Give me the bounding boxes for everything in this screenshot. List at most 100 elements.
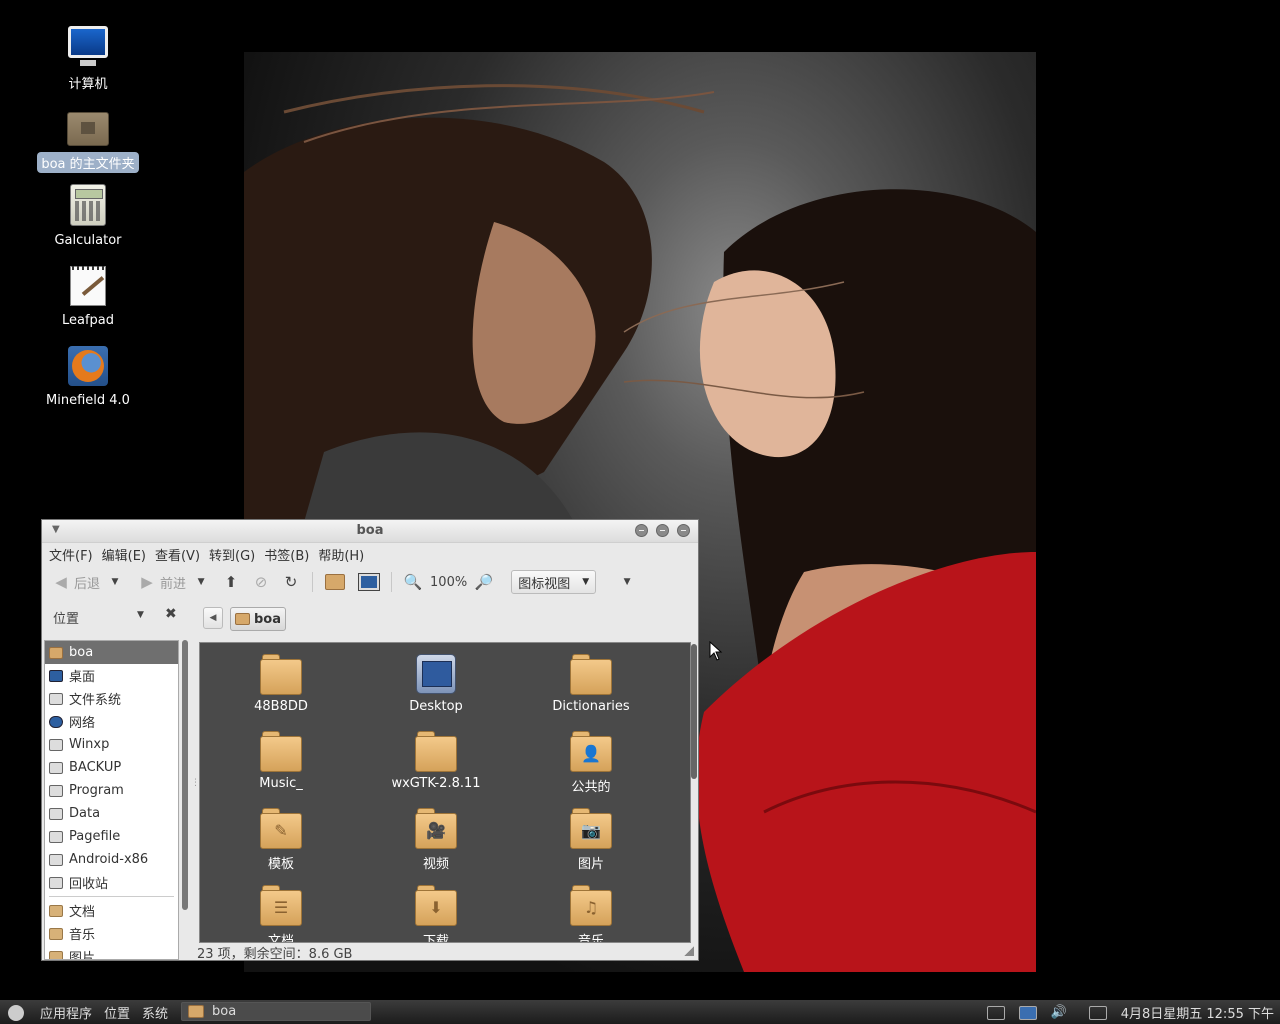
sidebar-item-android[interactable]: Android-x86: [45, 848, 178, 871]
menu-bookmarks[interactable]: 书签(B): [261, 545, 315, 564]
breadcrumb-scroll-left[interactable]: ◀: [203, 607, 223, 629]
sidebar-item-filesystem[interactable]: 文件系统: [45, 687, 178, 710]
panel-menu-places[interactable]: 位置: [104, 1003, 130, 1022]
sidebar-item-label: Data: [69, 806, 101, 821]
home-icon[interactable]: [325, 574, 346, 590]
drive-icon: [49, 830, 63, 843]
system-tray: 🔊 4月8日星期五 12:55 下午: [986, 1003, 1274, 1022]
minimize-button[interactable]: [635, 524, 648, 537]
desktop-icon-computer[interactable]: 计算机: [33, 24, 143, 93]
sidebar-item-network[interactable]: 网络: [45, 710, 178, 733]
sidebar-scrollbar[interactable]: [182, 640, 188, 910]
taskbar-button-boa[interactable]: boa: [181, 1002, 371, 1021]
keyboard-icon[interactable]: [986, 1005, 1005, 1020]
sidebar-item-label: 网络: [69, 716, 96, 731]
sidebar-item-data[interactable]: Data: [45, 802, 178, 825]
desktop-icon-leafpad[interactable]: Leafpad: [33, 264, 143, 329]
resize-grip[interactable]: [684, 946, 694, 956]
file-item[interactable]: wxGTK-2.8.11: [361, 730, 511, 791]
desktop-icon: [49, 669, 63, 682]
desktop-icon-home-folder[interactable]: boa 的主文件夹: [33, 104, 143, 173]
computer-icon[interactable]: [358, 573, 381, 591]
breadcrumb[interactable]: boa: [230, 607, 287, 631]
file-item[interactable]: ⬇ 下载: [361, 884, 511, 942]
menu-file[interactable]: 文件(F): [46, 545, 99, 564]
sidebar-item-program[interactable]: Program: [45, 779, 178, 802]
folder-icon: 👤: [570, 730, 612, 772]
zoom-out-icon[interactable]: 🔍: [404, 573, 423, 591]
status-bar: 23 项，剩余空间：8.6 GB: [197, 947, 353, 962]
menu-view[interactable]: 查看(V): [152, 545, 206, 564]
desktop-icon-label: Leafpad: [61, 313, 115, 328]
view-mode-select[interactable]: 图标视图 ▼: [511, 570, 597, 594]
stop-icon[interactable]: ⊘: [252, 573, 270, 591]
forward-label: 前进: [160, 576, 187, 592]
scrollbar-thumb[interactable]: [691, 644, 697, 779]
file-item-label: Music_: [259, 776, 303, 791]
menu-help[interactable]: 帮助(H): [315, 545, 370, 564]
zoom-level[interactable]: 100%: [430, 575, 467, 590]
network-status-icon[interactable]: [1018, 1005, 1037, 1020]
forward-button[interactable]: ▶ 前进: [138, 573, 186, 592]
forward-history-dropdown[interactable]: ▼: [192, 573, 210, 591]
mail-icon[interactable]: [1088, 1005, 1107, 1020]
side-pane-select[interactable]: 位置 ▼: [53, 608, 144, 627]
menu-go[interactable]: 转到(G): [206, 545, 261, 564]
close-sidepane-icon[interactable]: ✖: [165, 606, 177, 622]
up-arrow-icon[interactable]: ⬆: [222, 573, 240, 591]
window-titlebar[interactable]: ▼ boa: [42, 520, 698, 543]
file-view: 48B8DD Desktop Dictionaries Music_ wxGTK-2.8…: [199, 642, 691, 943]
sidebar-item-pictures[interactable]: 图片: [45, 945, 178, 959]
sidebar-item-label: boa: [69, 645, 94, 660]
file-item[interactable]: 48B8DD: [206, 653, 356, 714]
bottom-panel: 应用程序 位置 系统 boa 🔊 4月8日星期五 12:55 下午: [0, 1000, 1280, 1024]
sidebar-item-backup[interactable]: BACKUP: [45, 756, 178, 779]
sidebar-item-music[interactable]: 音乐: [45, 922, 178, 945]
sidebar-item-boa[interactable]: boa: [45, 641, 178, 664]
file-item-label: 文档: [267, 934, 294, 943]
sidebar-item-label: Winxp: [69, 737, 110, 752]
menubar: 文件(F) 编辑(E) 查看(V) 转到(G) 书签(B) 帮助(H): [42, 543, 698, 565]
gnome-foot-icon: [8, 1004, 24, 1021]
file-view-scrollbar[interactable]: [691, 642, 698, 941]
maximize-button[interactable]: [656, 524, 669, 537]
file-item[interactable]: Desktop: [361, 653, 511, 714]
file-item[interactable]: 📷 图片: [516, 807, 666, 872]
folder-icon: [570, 653, 612, 695]
desktop-icon-label: Galculator: [54, 233, 122, 248]
file-item[interactable]: ☰ 文档: [206, 884, 356, 943]
volume-icon[interactable]: 🔊: [1051, 1005, 1067, 1020]
folder-icon: [49, 927, 63, 940]
file-manager-window[interactable]: ▼ boa 文件(F) 编辑(E) 查看(V) 转到(G) 书签(B) 帮助(H…: [41, 519, 699, 962]
sidebar-item-desktop[interactable]: 桌面: [45, 664, 178, 687]
desktop-icon-galculator[interactable]: Galculator: [33, 184, 143, 249]
panel-menu-applications[interactable]: 应用程序: [40, 1003, 92, 1022]
sidebar-item-documents[interactable]: 文档: [45, 899, 178, 922]
file-item-label: wxGTK-2.8.11: [391, 776, 481, 791]
back-button[interactable]: ◀ 后退: [52, 573, 100, 592]
panel-menu-system[interactable]: 系统: [142, 1003, 168, 1022]
file-item[interactable]: Dictionaries: [516, 653, 666, 714]
file-item-label: 48B8DD: [254, 699, 308, 714]
file-item[interactable]: Music_: [206, 730, 356, 791]
computer-icon: [66, 24, 110, 68]
sidebar-item-winxp[interactable]: Winxp: [45, 733, 178, 756]
sidebar-item-pagefile[interactable]: Pagefile: [45, 825, 178, 848]
folder-icon: 🎥: [415, 807, 457, 849]
desktop-icon-minefield[interactable]: Minefield 4.0: [33, 344, 143, 409]
clock[interactable]: 4月8日星期五 12:55 下午: [1121, 1003, 1274, 1022]
back-label: 后退: [74, 576, 101, 592]
close-button[interactable]: [677, 524, 690, 537]
back-history-dropdown[interactable]: ▼: [106, 573, 124, 591]
arrow-right-icon: ▶: [141, 573, 153, 591]
menu-edit[interactable]: 编辑(E): [99, 545, 152, 564]
file-item-label: Desktop: [409, 699, 463, 714]
zoom-in-icon[interactable]: 🔎: [475, 573, 494, 591]
file-item[interactable]: 🎥 视频: [361, 807, 511, 872]
reload-icon[interactable]: ↻: [282, 573, 300, 591]
toolbar-overflow-icon[interactable]: ▼: [618, 573, 636, 591]
file-item[interactable]: ♫ 音乐: [516, 884, 666, 942]
file-item[interactable]: ✎ 模板: [206, 807, 356, 872]
sidebar-item-trash[interactable]: 回收站: [45, 871, 178, 894]
file-item[interactable]: 👤 公共的: [516, 730, 666, 795]
